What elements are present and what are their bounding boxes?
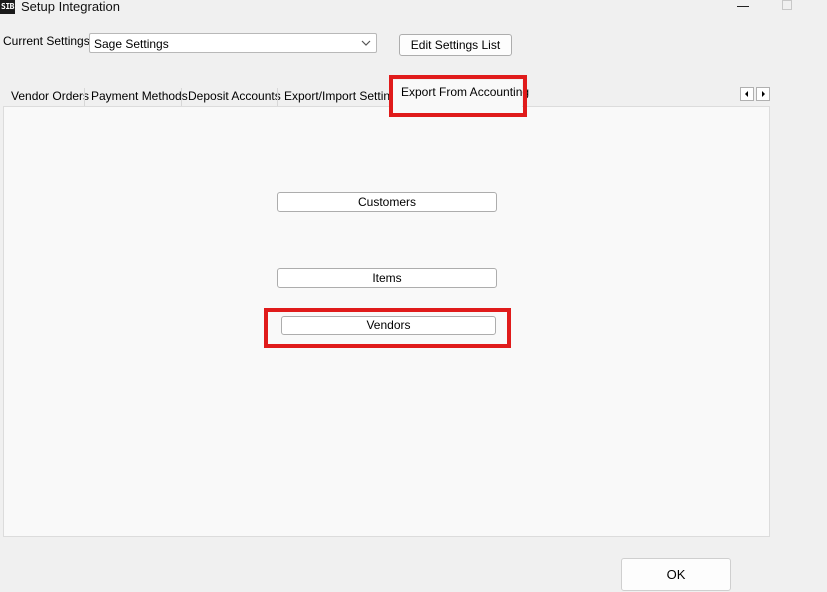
highlight-box-vendors — [264, 308, 511, 348]
tab-scroll-left-button[interactable] — [740, 87, 754, 101]
tab-payment-methods[interactable]: Payment Methods — [84, 86, 188, 108]
scroll-right-icon — [762, 91, 765, 97]
tab-vendor-orders[interactable]: Vendor Orders — [4, 86, 89, 108]
tab-deposit-accounts[interactable]: Deposit Accounts — [181, 86, 281, 108]
current-settings-value: Sage Settings — [94, 37, 169, 51]
app-icon: SIB — [0, 0, 15, 14]
customers-button[interactable]: Customers — [277, 192, 497, 212]
tab-scroll-right-button[interactable] — [756, 87, 770, 101]
scroll-left-icon — [745, 91, 748, 97]
title-bar: SIB Setup Integration — [0, 0, 827, 20]
current-settings-label: Current Settings — [3, 34, 90, 48]
ok-button[interactable]: OK — [621, 558, 731, 591]
minimize-icon[interactable] — [737, 6, 749, 7]
highlight-box-tab — [389, 75, 527, 117]
current-settings-dropdown[interactable]: Sage Settings — [89, 33, 377, 53]
tab-export-import-settings[interactable]: Export/Import Settings — [277, 86, 390, 108]
items-button[interactable]: Items — [277, 268, 497, 288]
maximize-icon[interactable] — [782, 0, 792, 10]
dropdown-arrow-icon — [361, 40, 371, 46]
edit-settings-list-button[interactable]: Edit Settings List — [399, 34, 512, 56]
window-title: Setup Integration — [21, 0, 121, 14]
